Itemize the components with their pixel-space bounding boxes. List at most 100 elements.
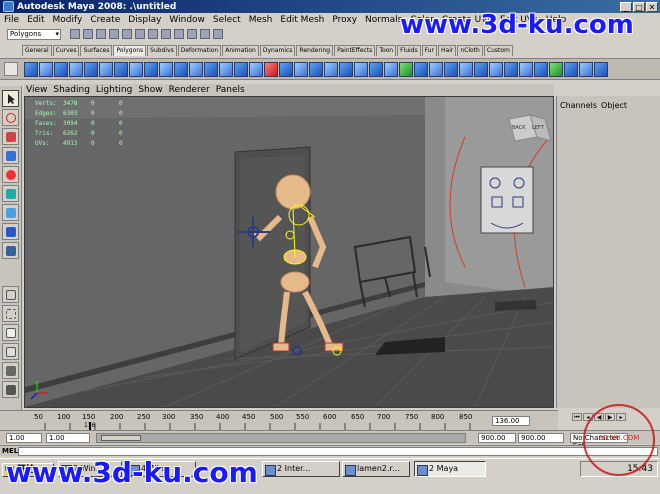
boolean-union-icon[interactable]	[264, 61, 278, 77]
menu-proxy[interactable]: Proxy	[328, 15, 361, 25]
shelf-tab-fluids[interactable]: Fluids	[397, 45, 421, 56]
shelf-tab-animation[interactable]: Animation	[222, 45, 259, 56]
perspective-viewport[interactable]: Verts: 3478 0 0 Edges: 6303 0 0 Faces: 3…	[24, 96, 554, 408]
shelf-tab-dynamics[interactable]: Dynamics	[259, 45, 296, 56]
four-view-layout-icon[interactable]	[2, 305, 19, 322]
insert-edge-loop-icon[interactable]	[384, 61, 398, 77]
channels-menu[interactable]: Channels	[560, 101, 597, 110]
soften-edge-icon[interactable]	[549, 61, 563, 77]
uv-cylindrical-icon[interactable]	[474, 61, 488, 77]
append-polygon-icon[interactable]	[339, 61, 353, 77]
taskbar-item[interactable]: lamen2.r...	[342, 461, 410, 477]
shelf-tab-hair[interactable]: Hair	[438, 45, 457, 56]
boolean-intersection-icon[interactable]	[294, 61, 308, 77]
view-cube-left-label[interactable]: LEFT	[532, 125, 544, 131]
save-scene-icon[interactable]	[96, 29, 106, 39]
maximize-button[interactable]: □	[633, 1, 645, 12]
soft-mod-tool-icon[interactable]	[2, 223, 19, 240]
extrude-icon[interactable]	[309, 61, 323, 77]
menu-set-dropdown[interactable]: Polygons	[7, 29, 61, 40]
bridge-icon[interactable]	[324, 61, 338, 77]
panel-menu-shading[interactable]: Shading	[53, 85, 90, 95]
merge-vertices-icon[interactable]	[429, 61, 443, 77]
panel-menu-view[interactable]: View	[26, 85, 47, 95]
paint-select-tool-icon[interactable]	[2, 128, 19, 145]
shelf-tab-custom[interactable]: Custom	[483, 45, 513, 56]
collapse-icon[interactable]	[444, 61, 458, 77]
menu-display[interactable]: Display	[124, 15, 165, 25]
poly-prism-icon[interactable]	[114, 61, 128, 77]
last-tool-icon[interactable]	[2, 242, 19, 259]
select-object-icon[interactable]	[122, 29, 132, 39]
select-hierarchy-icon[interactable]	[109, 29, 119, 39]
playback-start-field[interactable]: 1.00	[6, 433, 42, 443]
fill-hole-icon[interactable]	[354, 61, 368, 77]
shelf-tab-painteffects[interactable]: PaintEffects	[334, 45, 376, 56]
menu-mesh[interactable]: Mesh	[245, 15, 277, 25]
poly-cylinder-icon[interactable]	[54, 61, 68, 77]
range-thumb[interactable]	[101, 435, 141, 441]
checker-icon[interactable]	[594, 61, 608, 77]
smooth-icon[interactable]	[249, 61, 263, 77]
shelf-tab-deformation[interactable]: Deformation	[177, 45, 222, 56]
menu-modify[interactable]: Modify	[49, 15, 87, 25]
time-slider[interactable]: 50 100 150 200 250 300 350 400 450 500 5…	[0, 410, 558, 431]
persp-outliner-layout-icon[interactable]	[2, 324, 19, 341]
new-scene-icon[interactable]	[70, 29, 80, 39]
single-perspective-layout-icon[interactable]	[2, 286, 19, 303]
mirror-geometry-icon[interactable]	[234, 61, 248, 77]
shelf-tab-rendering[interactable]: Rendering	[296, 45, 334, 56]
reverse-icon[interactable]	[579, 61, 593, 77]
poly-soccerball-icon[interactable]	[174, 61, 188, 77]
view-cube-back-label[interactable]: BACK	[512, 125, 526, 131]
uv-editor-icon[interactable]	[519, 61, 533, 77]
go-to-start-icon[interactable]: ⏮	[572, 413, 582, 421]
boolean-difference-icon[interactable]	[279, 61, 293, 77]
panel-menu-renderer[interactable]: Renderer	[169, 85, 210, 95]
shelf-tab-subdivs[interactable]: Subdivs	[147, 45, 177, 56]
poly-sphere-icon[interactable]	[24, 61, 38, 77]
separate-icon[interactable]	[219, 61, 233, 77]
poly-cone-icon[interactable]	[69, 61, 83, 77]
playback-end-field[interactable]: 900.00	[518, 433, 564, 443]
manipulator-tool-icon[interactable]	[2, 204, 19, 221]
poly-torus-icon[interactable]	[99, 61, 113, 77]
lasso-tool-icon[interactable]	[2, 109, 19, 126]
shelf-tab-polygons[interactable]: Polygons	[113, 45, 147, 56]
taskbar-item-active[interactable]: 2 Maya	[414, 461, 486, 477]
snap-grid-icon[interactable]	[148, 29, 158, 39]
combine-icon[interactable]	[204, 61, 218, 77]
select-component-icon[interactable]	[135, 29, 145, 39]
render-settings-icon[interactable]	[213, 29, 223, 39]
poly-plane-icon[interactable]	[84, 61, 98, 77]
snap-curve-icon[interactable]	[161, 29, 171, 39]
uv-automatic-icon[interactable]	[504, 61, 518, 77]
panel-menu-show[interactable]: Show	[138, 85, 162, 95]
move-tool-icon[interactable]	[2, 147, 19, 164]
poly-platonic-icon[interactable]	[189, 61, 203, 77]
scale-tool-icon[interactable]	[2, 185, 19, 202]
rotate-tool-icon[interactable]	[2, 166, 19, 183]
menu-window[interactable]: Window	[165, 15, 209, 25]
range-bar[interactable]	[96, 433, 466, 443]
current-frame-field[interactable]: 136.00	[492, 416, 530, 426]
bevel-icon[interactable]	[414, 61, 428, 77]
close-button[interactable]: ✕	[646, 1, 658, 12]
split-polygon-icon[interactable]	[369, 61, 383, 77]
panel-menu-lighting[interactable]: Lighting	[96, 85, 132, 95]
open-scene-icon[interactable]	[83, 29, 93, 39]
range-end-field[interactable]: 900.00	[478, 433, 516, 443]
poly-pipe-icon[interactable]	[144, 61, 158, 77]
range-start-field[interactable]: 1.00	[46, 433, 90, 443]
uv-planar-icon[interactable]	[459, 61, 473, 77]
shelf-tab-surfaces[interactable]: Surfaces	[80, 45, 113, 56]
panel-menu-panels[interactable]: Panels	[216, 85, 245, 95]
select-tool-icon[interactable]	[2, 90, 19, 107]
menu-create[interactable]: Create	[86, 15, 124, 25]
menu-select[interactable]: Select	[209, 15, 245, 25]
poly-cube-icon[interactable]	[39, 61, 53, 77]
shelf-tab-ncloth[interactable]: nCloth	[457, 45, 483, 56]
render-icon[interactable]	[187, 29, 197, 39]
command-input[interactable]	[18, 447, 658, 456]
offset-edge-loop-icon[interactable]	[399, 61, 413, 77]
